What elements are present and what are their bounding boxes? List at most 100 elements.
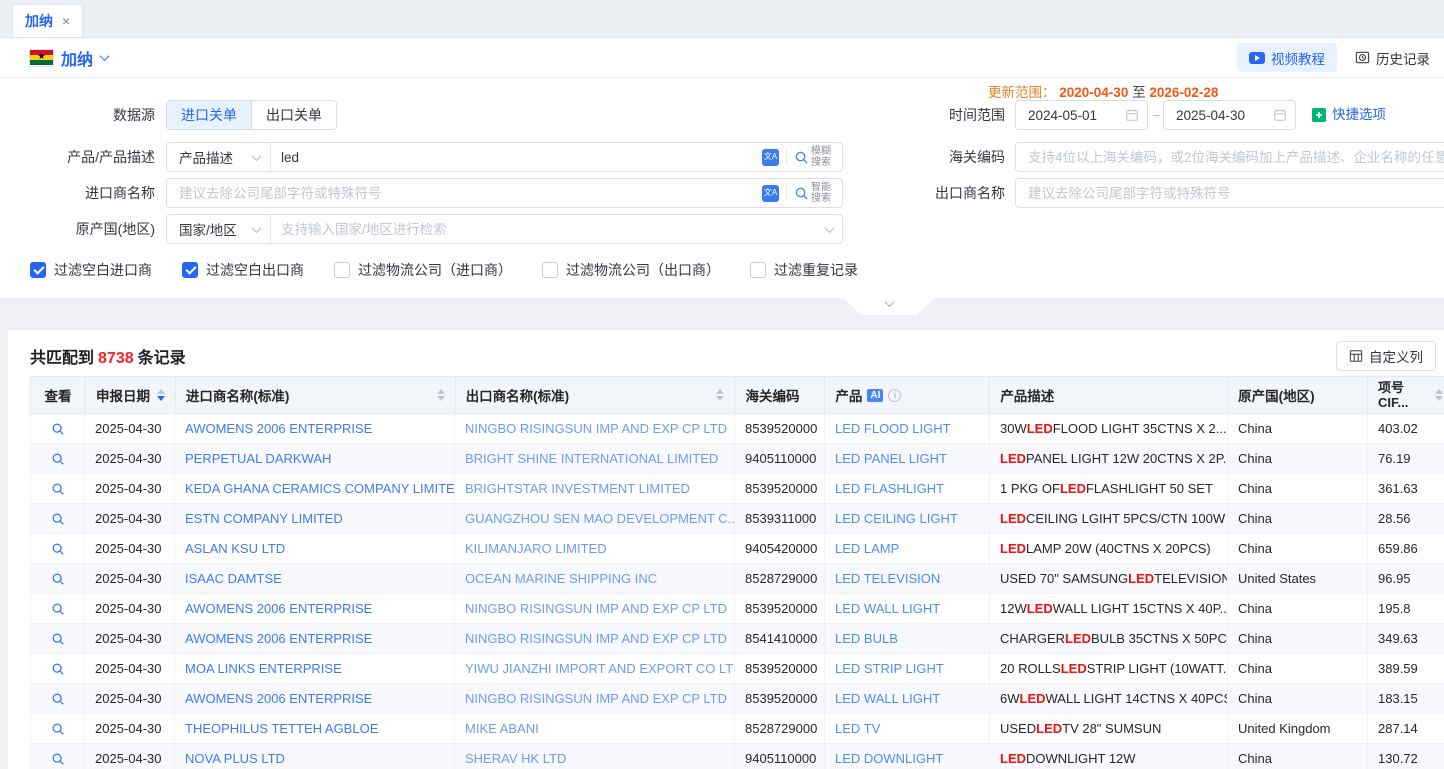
customize-columns-button[interactable]: 自定义列 xyxy=(1336,341,1436,371)
product-link[interactable]: LED CEILING LIGHT xyxy=(835,511,958,526)
importer-link[interactable]: PERPETUAL DARKWAH xyxy=(185,451,331,466)
cell-origin: China xyxy=(1228,474,1368,503)
column-item-cif[interactable]: 项号CIF... xyxy=(1368,377,1444,413)
result-summary: 共匹配到8738条记录 xyxy=(30,344,186,368)
product-link[interactable]: LED WALL LIGHT xyxy=(835,601,940,616)
exporter-link[interactable]: KILIMANJARO LIMITED xyxy=(465,541,607,556)
video-tutorial-button[interactable]: 视频教程 xyxy=(1237,43,1337,72)
history-button[interactable]: 历史记录 xyxy=(1355,48,1430,68)
product-search-input[interactable] xyxy=(271,143,762,171)
product-type-select[interactable]: 产品描述 xyxy=(167,143,271,171)
origin-search-input[interactable] xyxy=(271,215,826,243)
view-record-button[interactable] xyxy=(51,722,65,736)
exporter-link[interactable]: NINGBO RISINGSUN IMP AND EXP CP LTD xyxy=(465,601,727,616)
product-link[interactable]: LED TELEVISION xyxy=(835,571,940,586)
view-record-button[interactable] xyxy=(51,632,65,646)
importer-link[interactable]: ISAAC DAMTSE xyxy=(185,571,282,586)
sort-control[interactable] xyxy=(157,389,165,401)
exporter-link[interactable]: NINGBO RISINGSUN IMP AND EXP CP LTD xyxy=(465,631,727,646)
importer-link[interactable]: AWOMENS 2006 ENTERPRISE xyxy=(185,691,372,706)
exporter-input[interactable] xyxy=(1016,179,1444,207)
column-exporter[interactable]: 出口商名称(标准) xyxy=(456,377,736,413)
sort-control[interactable] xyxy=(716,389,724,401)
importer-input[interactable] xyxy=(167,179,762,207)
origin-type-select[interactable]: 国家/地区 xyxy=(167,215,271,243)
sort-control[interactable] xyxy=(437,389,445,401)
importer-link[interactable]: NOVA PLUS LTD xyxy=(185,751,285,766)
product-link[interactable]: LED LAMP xyxy=(835,541,899,556)
product-link[interactable]: LED FLOOD LIGHT xyxy=(835,421,951,436)
product-link[interactable]: LED DOWNLIGHT xyxy=(835,751,943,766)
exporter-link[interactable]: NINGBO RISINGSUN IMP AND EXP CP LTD xyxy=(465,421,727,436)
view-record-button[interactable] xyxy=(51,512,65,526)
sort-control[interactable] xyxy=(1435,389,1443,401)
view-record-button[interactable] xyxy=(51,422,65,436)
collapse-panel-button[interactable] xyxy=(843,298,935,315)
tab-ghana[interactable]: 加纳 × xyxy=(12,4,83,37)
product-link[interactable]: LED TV xyxy=(835,721,880,736)
filter-checkbox[interactable]: 过滤物流公司（进口商） xyxy=(334,260,512,280)
checkbox-icon[interactable] xyxy=(750,262,766,278)
view-record-button[interactable] xyxy=(51,482,65,496)
cell-declare-date: 2025-04-30 xyxy=(85,654,175,683)
quick-options-button[interactable]: 快捷选项 xyxy=(1312,100,1386,130)
exporter-link[interactable]: SHERAV HK LTD xyxy=(465,751,566,766)
filter-checkbox[interactable]: 过滤重复记录 xyxy=(750,260,858,280)
filter-checkbox[interactable]: 过滤空白出口商 xyxy=(182,260,304,280)
checkbox-icon[interactable] xyxy=(542,262,558,278)
view-record-button[interactable] xyxy=(51,452,65,466)
tab-import-declarations[interactable]: 进口关单 xyxy=(167,101,251,129)
exporter-link[interactable]: GUANGZHOU SEN MAO DEVELOPMENT C... xyxy=(465,511,735,526)
column-importer[interactable]: 进口商名称(标准) xyxy=(176,377,456,413)
column-declare-date[interactable]: 申报日期 xyxy=(86,377,176,413)
checkbox-icon[interactable] xyxy=(182,262,198,278)
start-date-input[interactable]: 2024-05-01 xyxy=(1015,100,1148,130)
importer-link[interactable]: ESTN COMPANY LIMITED xyxy=(185,511,343,526)
end-date-input[interactable]: 2025-04-30 xyxy=(1163,100,1296,130)
view-record-button[interactable] xyxy=(51,662,65,676)
view-record-button[interactable] xyxy=(51,602,65,616)
product-link[interactable]: LED WALL LIGHT xyxy=(835,691,940,706)
exporter-link[interactable]: NINGBO RISINGSUN IMP AND EXP CP LTD xyxy=(465,691,727,706)
close-icon[interactable]: × xyxy=(62,14,70,28)
filter-checkbox[interactable]: 过滤空白进口商 xyxy=(30,260,152,280)
tab-export-declarations[interactable]: 出口关单 xyxy=(251,101,336,129)
cell-declare-date: 2025-04-30 xyxy=(85,414,175,443)
exporter-link[interactable]: BRIGHT SHINE INTERNATIONAL LIMITED xyxy=(465,451,718,466)
view-record-button[interactable] xyxy=(51,572,65,586)
column-hs-code: 海关编码 xyxy=(735,377,825,413)
info-icon[interactable]: i xyxy=(888,389,901,402)
importer-link[interactable]: THEOPHILUS TETTEH AGBLOE xyxy=(185,721,378,736)
importer-link[interactable]: AWOMENS 2006 ENTERPRISE xyxy=(185,631,372,646)
country-selector[interactable]: ★ 加纳 xyxy=(30,46,108,70)
exporter-link[interactable]: MIKE ABANI xyxy=(465,721,539,736)
translate-icon[interactable]: 文A xyxy=(762,149,779,166)
hs-code-input[interactable] xyxy=(1016,143,1444,171)
translate-icon[interactable]: 文A xyxy=(762,185,779,202)
checkbox-icon[interactable] xyxy=(30,262,46,278)
view-record-button[interactable] xyxy=(51,692,65,706)
filter-checkbox[interactable]: 过滤物流公司（出口商） xyxy=(542,260,720,280)
view-record-button[interactable] xyxy=(51,752,65,766)
smart-search-button[interactable]: 智能搜索 xyxy=(794,182,833,204)
calendar-icon xyxy=(1273,108,1287,122)
tab-bar: 加纳 × xyxy=(0,0,1444,38)
exporter-link[interactable]: OCEAN MARINE SHIPPING INC xyxy=(465,571,657,586)
checkbox-icon[interactable] xyxy=(334,262,350,278)
ghana-flag-icon: ★ xyxy=(30,50,53,66)
importer-link[interactable]: AWOMENS 2006 ENTERPRISE xyxy=(185,421,372,436)
product-link[interactable]: LED PANEL LIGHT xyxy=(835,451,947,466)
cell-item-cif: 76.19 xyxy=(1368,444,1444,473)
exporter-link[interactable]: YIWU JIANZHI IMPORT AND EXPORT CO LTD xyxy=(465,661,735,676)
importer-link[interactable]: ASLAN KSU LTD xyxy=(185,541,285,556)
chevron-down-icon xyxy=(252,151,262,161)
importer-link[interactable]: KEDA GHANA CERAMICS COMPANY LIMITED xyxy=(185,481,455,496)
fuzzy-search-button[interactable]: 模糊搜索 xyxy=(794,146,833,168)
view-record-button[interactable] xyxy=(51,542,65,556)
importer-link[interactable]: MOA LINKS ENTERPRISE xyxy=(185,661,342,676)
product-link[interactable]: LED STRIP LIGHT xyxy=(835,661,944,676)
product-link[interactable]: LED BULB xyxy=(835,631,898,646)
product-link[interactable]: LED FLASHLIGHT xyxy=(835,481,944,496)
exporter-link[interactable]: BRIGHTSTAR INVESTMENT LIMITED xyxy=(465,481,690,496)
importer-link[interactable]: AWOMENS 2006 ENTERPRISE xyxy=(185,601,372,616)
